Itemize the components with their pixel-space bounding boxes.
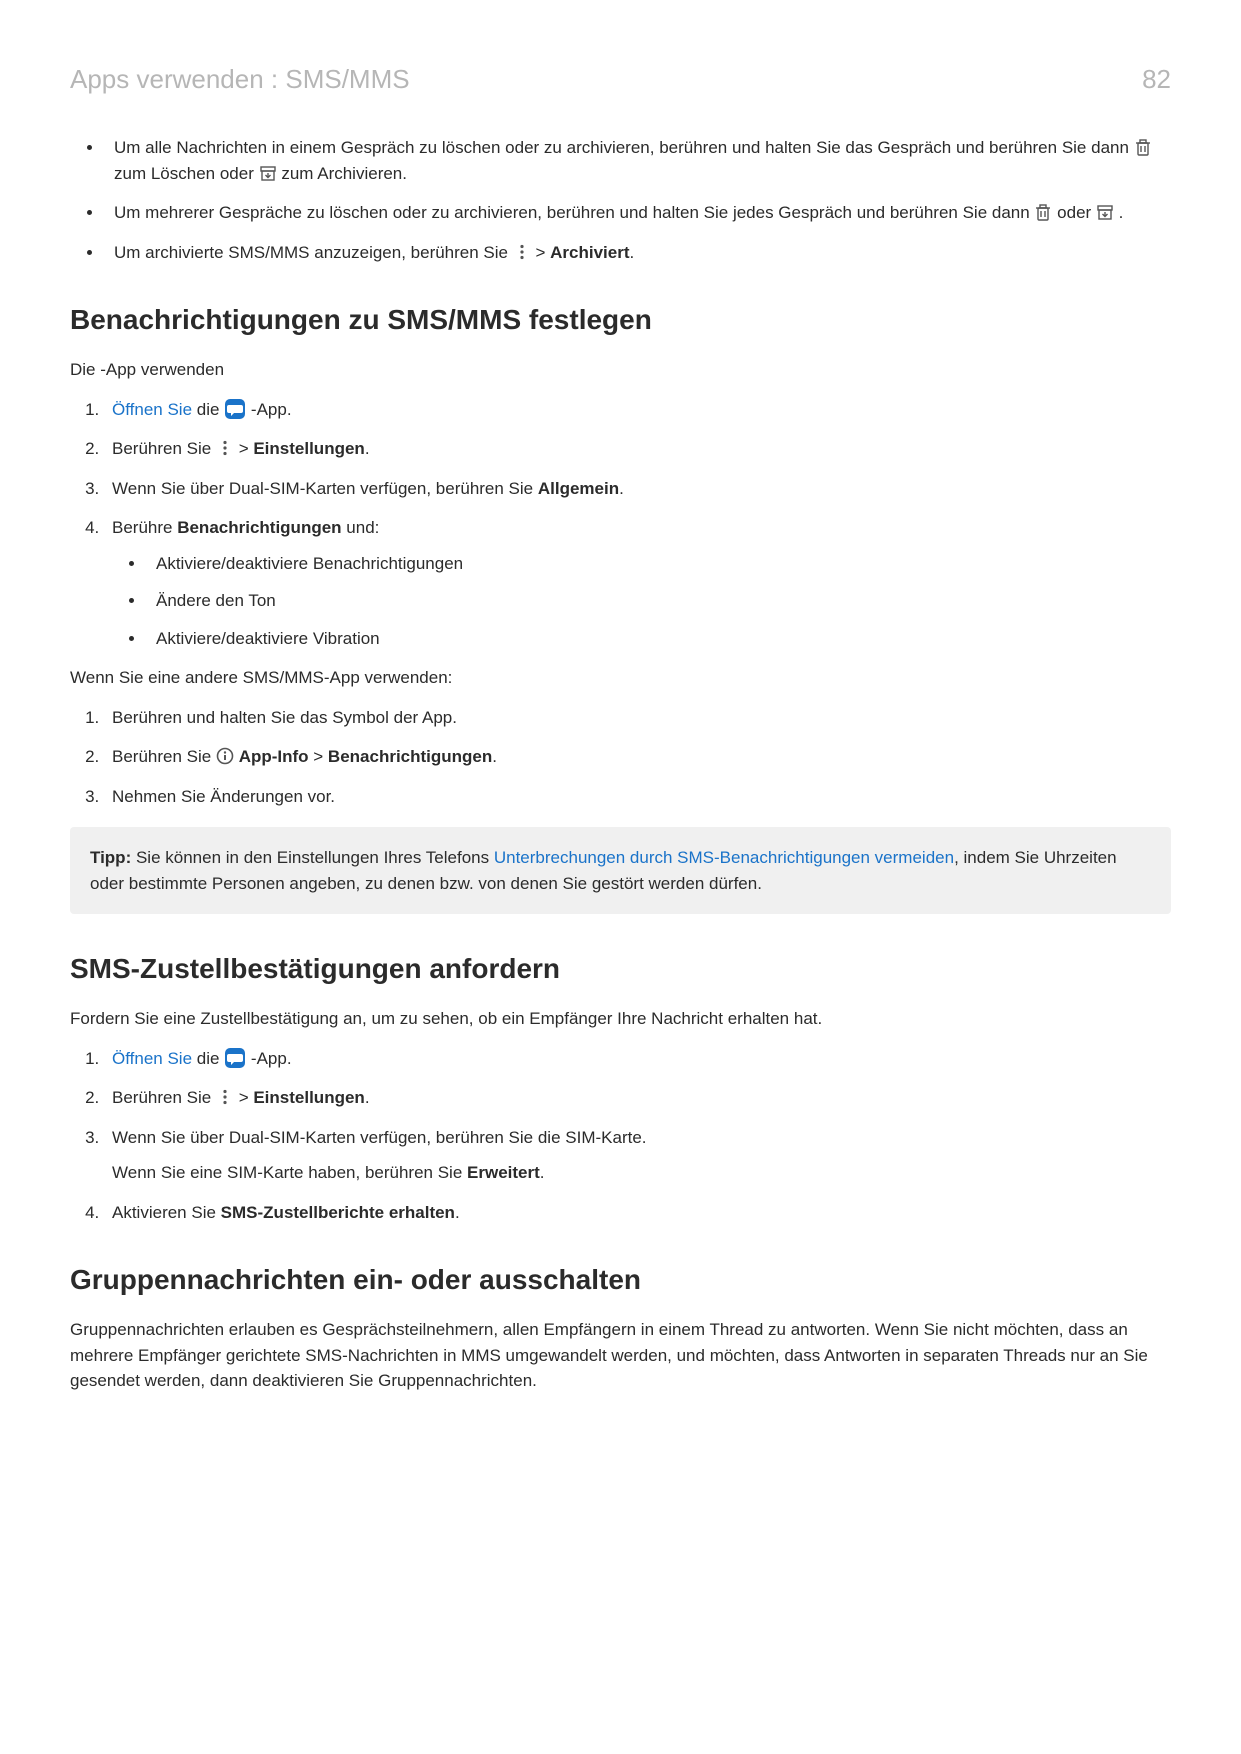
- text: .: [540, 1163, 545, 1182]
- text: die: [197, 400, 224, 419]
- section-heading-notifications: Benachrichtigungen zu SMS/MMS festlegen: [70, 299, 1171, 341]
- step-item: Öffnen Sie die -App.: [104, 1046, 1171, 1072]
- text: zum Löschen oder: [114, 164, 259, 183]
- step-item: Nehmen Sie Änderungen vor.: [104, 784, 1171, 810]
- steps-list: Öffnen Sie die -App. Berühren Sie > Eins…: [70, 397, 1171, 652]
- tip-box: Tipp: Sie können in den Einstellungen Ih…: [70, 827, 1171, 914]
- page-header: Apps verwenden : SMS/MMS 82: [70, 60, 1171, 99]
- menu-label: Einstellungen: [253, 1088, 364, 1107]
- text: oder: [1057, 203, 1096, 222]
- text: .: [492, 747, 497, 766]
- menu-label: App-Info: [239, 747, 309, 766]
- menu-label: Einstellungen: [253, 439, 364, 458]
- section-heading-group: Gruppennachrichten ein- oder ausschalten: [70, 1259, 1171, 1301]
- text: die: [197, 1049, 224, 1068]
- step-item: Berühre Benachrichtigungen und: Aktivier…: [104, 515, 1171, 651]
- text: .: [455, 1203, 460, 1222]
- text: .: [630, 243, 635, 262]
- list-item: Um mehrerer Gespräche zu löschen oder zu…: [104, 200, 1171, 226]
- text: Um mehrerer Gespräche zu löschen oder zu…: [114, 203, 1034, 222]
- text: .: [1119, 203, 1124, 222]
- menu-label: Allgemein: [538, 479, 619, 498]
- open-link[interactable]: Öffnen Sie: [112, 1049, 192, 1068]
- text: >: [535, 243, 550, 262]
- text: Berühren Sie: [112, 747, 216, 766]
- text: .: [365, 1088, 370, 1107]
- text: Gruppennachrichten erlauben es Gesprächs…: [70, 1317, 1171, 1394]
- archive-icon: [259, 164, 277, 182]
- section-heading-delivery: SMS-Zustellbestätigungen anfordern: [70, 948, 1171, 990]
- list-item: Aktiviere/deaktiviere Benachrichtigungen: [146, 551, 1171, 577]
- messages-app-icon: [224, 1047, 246, 1069]
- menu-label: Erweitert: [467, 1163, 540, 1182]
- open-link[interactable]: Öffnen Sie: [112, 400, 192, 419]
- text: .: [365, 439, 370, 458]
- text: Wenn Sie über Dual-SIM-Karten verfügen, …: [112, 1128, 647, 1147]
- text: Berühre: [112, 518, 177, 537]
- text: -App.: [251, 400, 292, 419]
- list-item: Ändere den Ton: [146, 588, 1171, 614]
- info-icon: [216, 747, 234, 765]
- text: Um archivierte SMS/MMS anzuzeigen, berüh…: [114, 243, 513, 262]
- text: und:: [342, 518, 380, 537]
- menu-label: Archiviert: [550, 243, 629, 262]
- text: Wenn Sie über Dual-SIM-Karten verfügen, …: [112, 479, 538, 498]
- steps-list: Berühren und halten Sie das Symbol der A…: [70, 705, 1171, 810]
- list-item: Um archivierte SMS/MMS anzuzeigen, berüh…: [104, 240, 1171, 266]
- text: Aktivieren Sie: [112, 1203, 221, 1222]
- step-item: Berühren Sie App-Info > Benachrichtigung…: [104, 744, 1171, 770]
- sub-bullet-list: Aktiviere/deaktiviere Benachrichtigungen…: [146, 551, 1171, 652]
- text: zum Archivieren.: [281, 164, 407, 183]
- trash-icon: [1034, 203, 1052, 221]
- steps-list: Öffnen Sie die -App. Berühren Sie > Eins…: [70, 1046, 1171, 1226]
- text: >: [239, 439, 254, 458]
- step-item: Berühren Sie > Einstellungen.: [104, 436, 1171, 462]
- text: .: [619, 479, 624, 498]
- step-item: Berühren und halten Sie das Symbol der A…: [104, 705, 1171, 731]
- text: Um alle Nachrichten in einem Gespräch zu…: [114, 138, 1134, 157]
- tip-link[interactable]: Unterbrechungen durch SMS-Benachrichtigu…: [494, 848, 954, 867]
- step-item: Wenn Sie über Dual-SIM-Karten verfügen, …: [104, 476, 1171, 502]
- text: Sie können in den Einstellungen Ihres Te…: [131, 848, 494, 867]
- menu-label: SMS-Zustellberichte erhalten: [221, 1203, 455, 1222]
- text: Die -App verwenden: [70, 357, 1171, 383]
- more-vert-icon: [216, 439, 234, 457]
- list-item: Um alle Nachrichten in einem Gespräch zu…: [104, 135, 1171, 186]
- menu-label: Benachrichtigungen: [328, 747, 492, 766]
- tip-label: Tipp:: [90, 848, 131, 867]
- text: Berühren Sie: [112, 439, 216, 458]
- page-number: 82: [1142, 60, 1171, 99]
- text: >: [309, 747, 328, 766]
- archive-icon: [1096, 203, 1114, 221]
- text: Wenn Sie eine andere SMS/MMS-App verwend…: [70, 665, 1171, 691]
- intro-bullet-list: Um alle Nachrichten in einem Gespräch zu…: [104, 135, 1171, 265]
- text: Wenn Sie eine SIM-Karte haben, berühren …: [112, 1163, 467, 1182]
- step-item: Wenn Sie über Dual-SIM-Karten verfügen, …: [104, 1125, 1171, 1186]
- step-item: Öffnen Sie die -App.: [104, 397, 1171, 423]
- text: >: [239, 1088, 254, 1107]
- messages-app-icon: [224, 398, 246, 420]
- step-item: Aktivieren Sie SMS-Zustellberichte erhal…: [104, 1200, 1171, 1226]
- text: Berühren Sie: [112, 1088, 216, 1107]
- text: Fordern Sie eine Zustellbestätigung an, …: [70, 1006, 1171, 1032]
- step-item: Berühren Sie > Einstellungen.: [104, 1085, 1171, 1111]
- list-item: Aktiviere/deaktiviere Vibration: [146, 626, 1171, 652]
- more-vert-icon: [513, 243, 531, 261]
- more-vert-icon: [216, 1088, 234, 1106]
- trash-icon: [1134, 138, 1152, 156]
- breadcrumb: Apps verwenden : SMS/MMS: [70, 60, 410, 99]
- text: -App.: [251, 1049, 292, 1068]
- menu-label: Benachrichtigungen: [177, 518, 341, 537]
